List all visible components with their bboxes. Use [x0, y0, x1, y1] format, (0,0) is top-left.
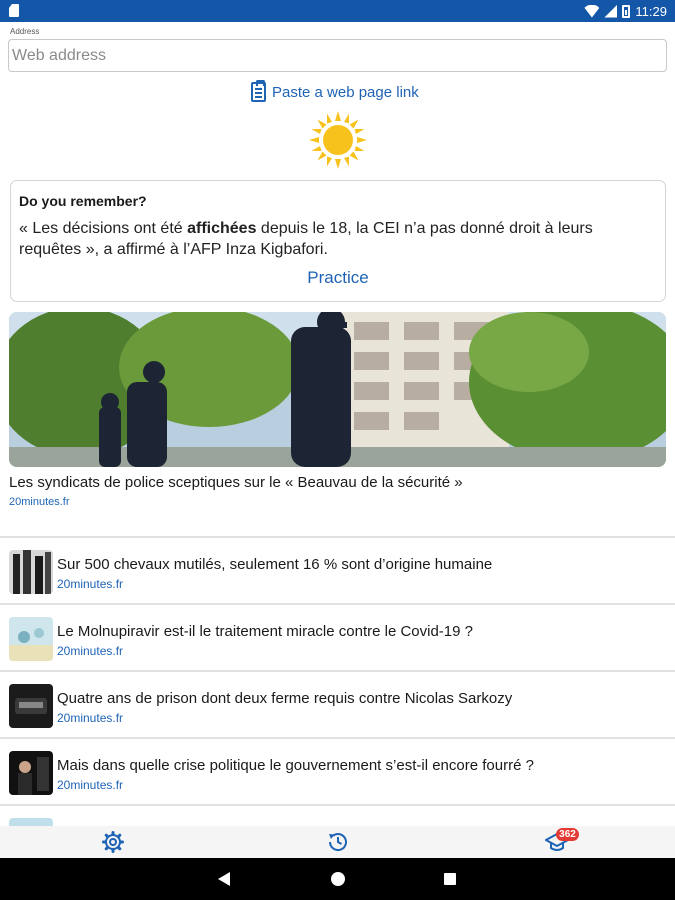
list-item[interactable]: Quatre ans de prison dont deux ferme req…	[0, 670, 675, 736]
address-label: Address	[10, 27, 40, 36]
history-icon[interactable]	[326, 830, 350, 854]
highlighted-word: affichées	[187, 220, 257, 237]
article-title: Le Molnupiravir est-il le traitement mir…	[57, 623, 474, 640]
back-icon[interactable]	[218, 872, 230, 886]
article-thumbnail	[9, 550, 53, 594]
article-title: Quatre ans de prison dont deux ferme req…	[57, 690, 513, 707]
article-title: Mais dans quelle crise politique le gouv…	[57, 757, 534, 774]
wifi-icon	[584, 4, 600, 18]
clipboard-icon	[251, 80, 266, 102]
home-icon[interactable]	[331, 872, 345, 886]
gear-icon[interactable]	[101, 830, 125, 854]
sun-icon	[309, 111, 367, 169]
paste-link-button[interactable]: Paste a web page link	[251, 80, 419, 104]
featured-article-image[interactable]	[9, 312, 666, 467]
cell-signal-icon	[604, 4, 618, 18]
status-time: 11:29	[635, 3, 667, 19]
article-source: 20minutes.fr	[57, 778, 124, 792]
system-nav-bar	[0, 858, 675, 900]
status-bar: 11:29	[0, 0, 675, 22]
article-thumbnail	[9, 617, 53, 661]
featured-article-source: 20minutes.fr	[9, 496, 70, 508]
sd-card-icon	[9, 4, 19, 17]
notification-badge: 362	[556, 828, 579, 841]
article-thumbnail	[9, 751, 53, 795]
list-item[interactable]: Le Molnupiravir est-il le traitement mir…	[0, 603, 675, 669]
remember-card: Do you remember? « Les décisions ont été…	[10, 180, 666, 302]
web-address-input[interactable]	[8, 39, 667, 72]
featured-article-title[interactable]: Les syndicats de police sceptiques sur l…	[9, 474, 463, 491]
remember-heading: Do you remember?	[19, 193, 147, 209]
article-thumbnail	[9, 684, 53, 728]
recents-icon[interactable]	[444, 873, 456, 885]
list-item[interactable]	[0, 804, 675, 828]
article-source: 20minutes.fr	[57, 711, 124, 725]
paste-link-label: Paste a web page link	[272, 83, 419, 101]
status-icons: 11:29	[584, 2, 667, 20]
article-title: Sur 500 chevaux mutilés, seulement 16 % …	[57, 556, 493, 573]
article-source: 20minutes.fr	[57, 644, 124, 658]
remember-quote: « Les décisions ont été affichées depuis…	[19, 220, 593, 258]
list-item[interactable]: Sur 500 chevaux mutilés, seulement 16 % …	[0, 536, 675, 602]
article-source: 20minutes.fr	[57, 577, 124, 591]
battery-icon	[622, 4, 631, 18]
practice-button[interactable]: Practice	[11, 268, 665, 288]
list-item[interactable]: Mais dans quelle crise politique le gouv…	[0, 737, 675, 803]
